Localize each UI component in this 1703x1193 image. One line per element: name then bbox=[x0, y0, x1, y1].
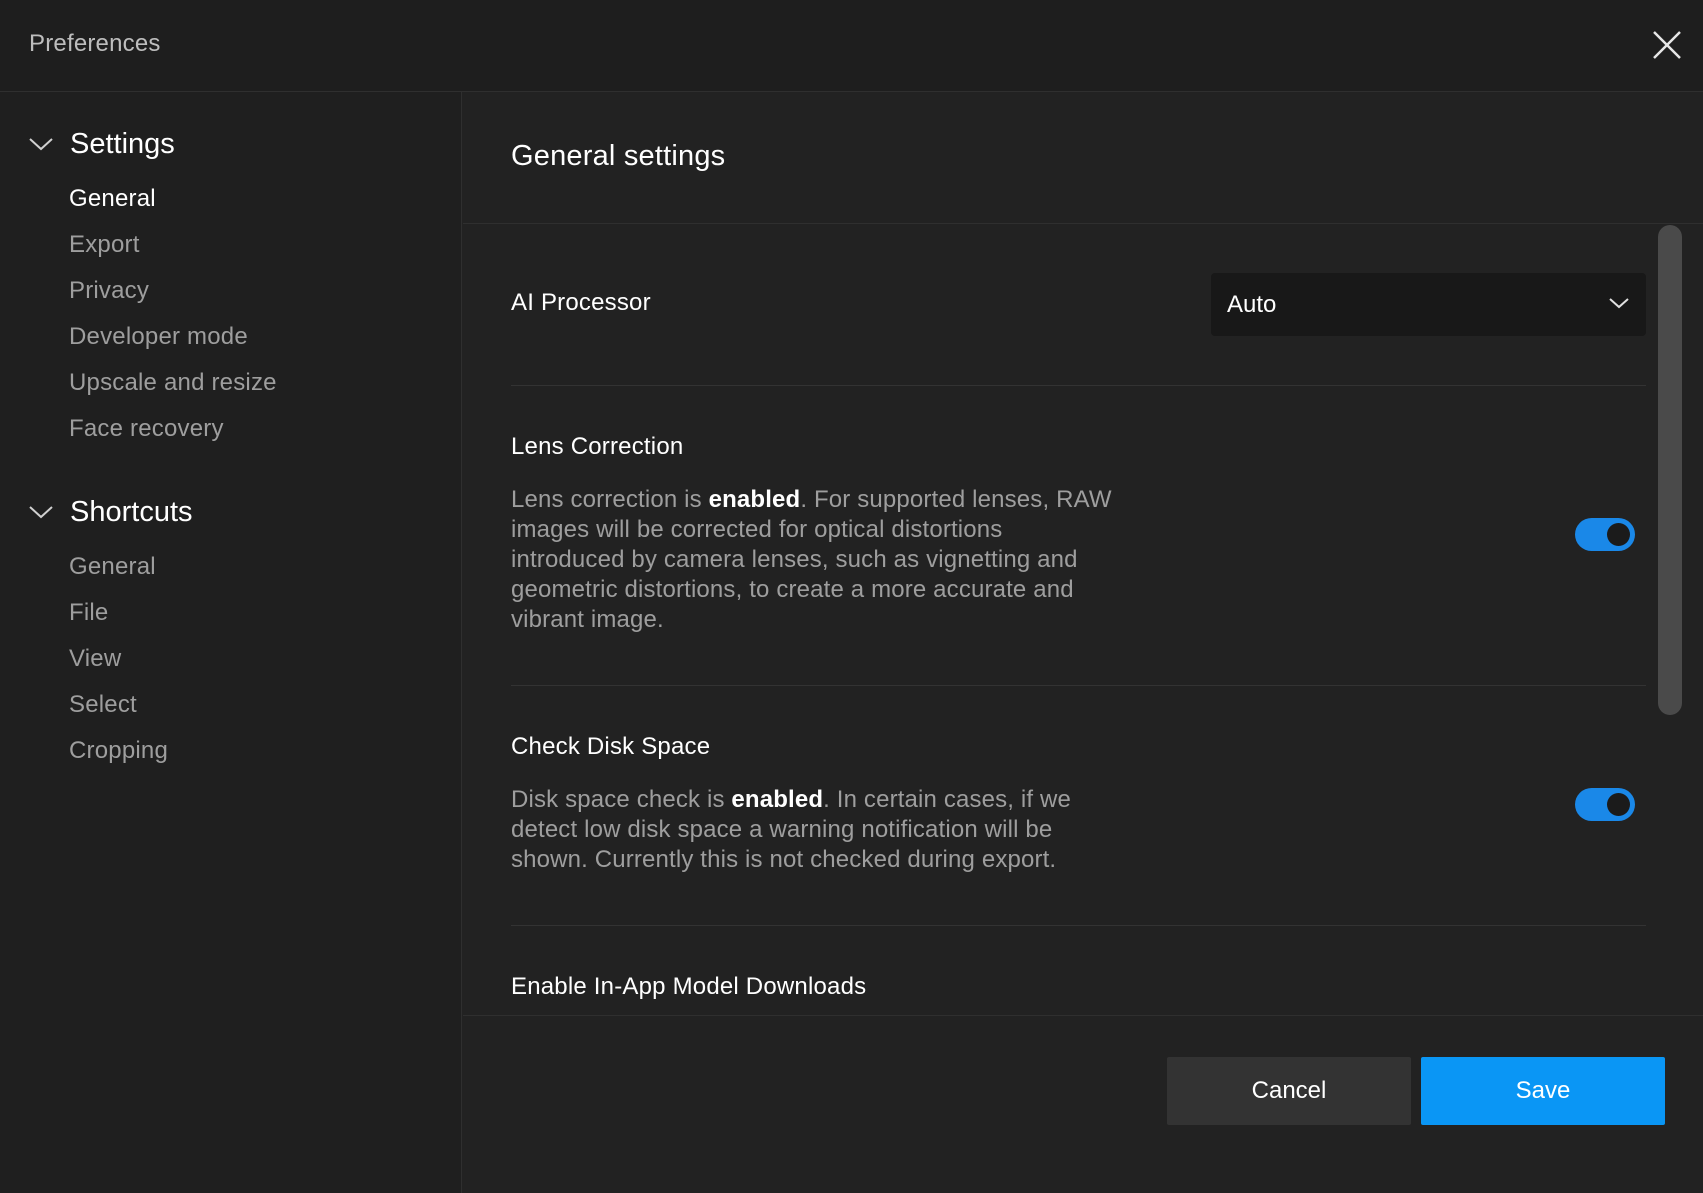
chevron-down-icon bbox=[28, 504, 54, 520]
scrollbar-thumb[interactable] bbox=[1658, 225, 1682, 715]
sidebar-section-title: Shortcuts bbox=[70, 495, 193, 528]
sidebar-item-developer-mode[interactable]: Developer mode bbox=[69, 321, 248, 353]
sidebar-item-settings-general[interactable]: General bbox=[69, 183, 156, 215]
title-bar: Preferences bbox=[0, 0, 1703, 92]
check-disk-space-label: Check Disk Space bbox=[511, 733, 711, 760]
divider bbox=[511, 925, 1646, 926]
toggle-knob bbox=[1607, 523, 1630, 546]
main-header: General settings bbox=[463, 92, 1703, 224]
chevron-down-icon bbox=[28, 136, 54, 152]
sidebar-item-upscale-and-resize[interactable]: Upscale and resize bbox=[69, 367, 277, 399]
check-disk-space-description: Disk space check is enabled. In certain … bbox=[511, 786, 1072, 873]
check-disk-space-toggle[interactable] bbox=[1575, 788, 1635, 821]
lens-correction-toggle[interactable] bbox=[1575, 518, 1635, 551]
close-icon bbox=[1653, 31, 1681, 59]
dialog-footer: Cancel Save bbox=[463, 1015, 1703, 1193]
save-button[interactable]: Save bbox=[1421, 1057, 1665, 1125]
sidebar-item-file[interactable]: File bbox=[69, 597, 108, 629]
ai-processor-label: AI Processor bbox=[511, 289, 651, 316]
lens-correction-description: Lens correction is enabled. For supporte… bbox=[511, 486, 1112, 633]
lens-correction-label: Lens Correction bbox=[511, 433, 684, 460]
sidebar-section-shortcuts[interactable]: Shortcuts bbox=[28, 492, 193, 532]
preferences-window: Preferences Settings General Export Priv… bbox=[0, 0, 1703, 1193]
close-button[interactable] bbox=[1650, 28, 1684, 62]
sidebar-item-face-recovery[interactable]: Face recovery bbox=[69, 413, 224, 445]
sidebar-item-export[interactable]: Export bbox=[69, 229, 140, 261]
divider bbox=[511, 685, 1646, 686]
ai-processor-value: Auto bbox=[1227, 291, 1277, 318]
cancel-button[interactable]: Cancel bbox=[1167, 1057, 1411, 1125]
sidebar-item-cropping[interactable]: Cropping bbox=[69, 735, 168, 767]
toggle-knob bbox=[1607, 793, 1630, 816]
sidebar: Settings General Export Privacy Develope… bbox=[0, 92, 462, 1193]
ai-processor-select[interactable]: Auto bbox=[1211, 273, 1646, 336]
model-downloads-label: Enable In-App Model Downloads bbox=[511, 973, 867, 1000]
sidebar-item-view[interactable]: View bbox=[69, 643, 121, 675]
scrollbar[interactable] bbox=[1658, 225, 1682, 715]
sidebar-item-shortcuts-general[interactable]: General bbox=[69, 551, 156, 583]
sidebar-item-privacy[interactable]: Privacy bbox=[69, 275, 149, 307]
sidebar-item-select[interactable]: Select bbox=[69, 689, 137, 721]
chevron-down-icon bbox=[1608, 296, 1630, 310]
page-title: General settings bbox=[511, 140, 726, 172]
settings-content: AI Processor Auto Lens Correction Lens c… bbox=[463, 225, 1703, 1015]
sidebar-section-title: Settings bbox=[70, 127, 175, 160]
sidebar-section-settings[interactable]: Settings bbox=[28, 124, 175, 164]
divider bbox=[511, 385, 1646, 386]
window-title: Preferences bbox=[29, 30, 161, 57]
